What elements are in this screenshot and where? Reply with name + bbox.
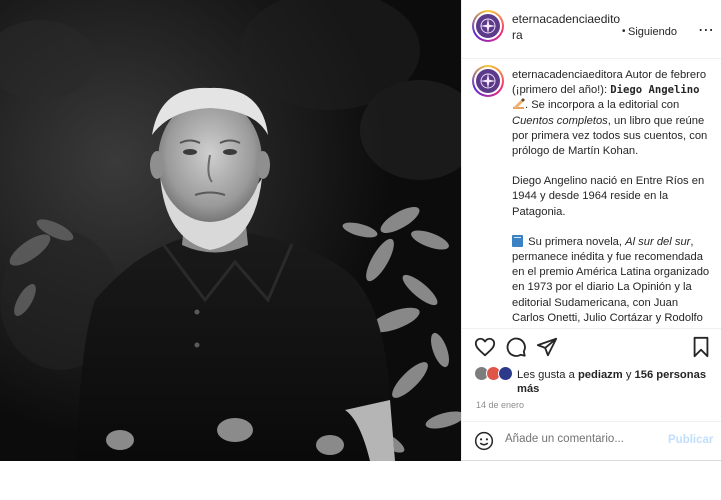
avatar-logo	[476, 69, 500, 93]
avatar[interactable]	[498, 366, 513, 381]
comment-bar: Publicar	[462, 421, 721, 461]
caption-text: eternacadenciaeditora Autor de febrero (…	[512, 68, 712, 328]
likes-count[interactable]: 156 personas	[635, 369, 707, 381]
caption-p3-end: , permanece inédita y fue recomendada en…	[512, 235, 710, 328]
likes-middle: y	[622, 369, 635, 381]
likes-text: Les gusta a pediazm y 156 personas más	[517, 368, 717, 396]
emoji-icon[interactable]	[474, 431, 494, 451]
post-date[interactable]: 14 de enero	[476, 400, 524, 410]
novel-title: Al sur del sur	[625, 235, 691, 248]
comment-icon[interactable]	[505, 336, 527, 358]
liker-username[interactable]: pediazm	[578, 369, 623, 381]
post-header: eternacadenciaeditora • Siguiendo ⋯	[462, 0, 721, 59]
separator-dot: •	[622, 26, 626, 37]
likes-summary: Les gusta a pediazm y 156 personas más	[474, 366, 714, 396]
book-icon	[512, 234, 523, 247]
likes-suffix[interactable]: más	[517, 383, 539, 395]
share-icon[interactable]	[536, 336, 558, 358]
action-bar	[462, 333, 721, 361]
photo-illustration	[0, 0, 461, 461]
publish-button[interactable]: Publicar	[668, 434, 713, 446]
section-divider	[462, 328, 721, 329]
following-button[interactable]: Siguiendo	[628, 26, 677, 38]
post-photo[interactable]	[0, 0, 461, 461]
avatar-ring	[474, 67, 502, 95]
caption-paragraph-3: Su primera novela, Al sur del sur, perma…	[512, 234, 712, 328]
post-author-username[interactable]: eternacadenciaeditora	[512, 11, 622, 43]
post-caption: eternacadenciaeditora Autor de febrero (…	[462, 60, 721, 328]
caption-p3-intro: Su primera novela,	[528, 235, 626, 248]
instagram-post: eternacadenciaeditora • Siguiendo ⋯ eter…	[0, 0, 721, 461]
likes-prefix: Les gusta a	[517, 369, 578, 381]
avatar[interactable]	[472, 10, 504, 42]
more-icon[interactable]: ⋯	[698, 20, 714, 40]
heart-icon[interactable]	[474, 336, 496, 358]
liker-avatars	[474, 366, 514, 382]
caption-avatar[interactable]	[472, 65, 504, 97]
caption-paragraph-1: eternacadenciaeditora Autor de febrero (…	[512, 68, 712, 159]
caption-username[interactable]: eternacadenciaeditora	[512, 69, 623, 81]
avatar-logo	[476, 14, 500, 38]
comment-input[interactable]	[505, 433, 655, 445]
bookmark-icon[interactable]	[690, 336, 712, 358]
caption-after-name: . Se incorpora a la editorial con	[525, 99, 680, 112]
star-icon	[480, 18, 496, 34]
writing-hand-icon	[513, 98, 525, 110]
star-icon	[480, 73, 496, 89]
book-title: Cuentos completos	[512, 114, 608, 127]
avatar-ring	[474, 12, 502, 40]
caption-paragraph-2: Diego Angelino nació en Entre Ríos en 19…	[512, 175, 705, 218]
post-side-pane: eternacadenciaeditora • Siguiendo ⋯ eter…	[461, 0, 721, 461]
author-name: Diego Angelino	[610, 84, 700, 97]
